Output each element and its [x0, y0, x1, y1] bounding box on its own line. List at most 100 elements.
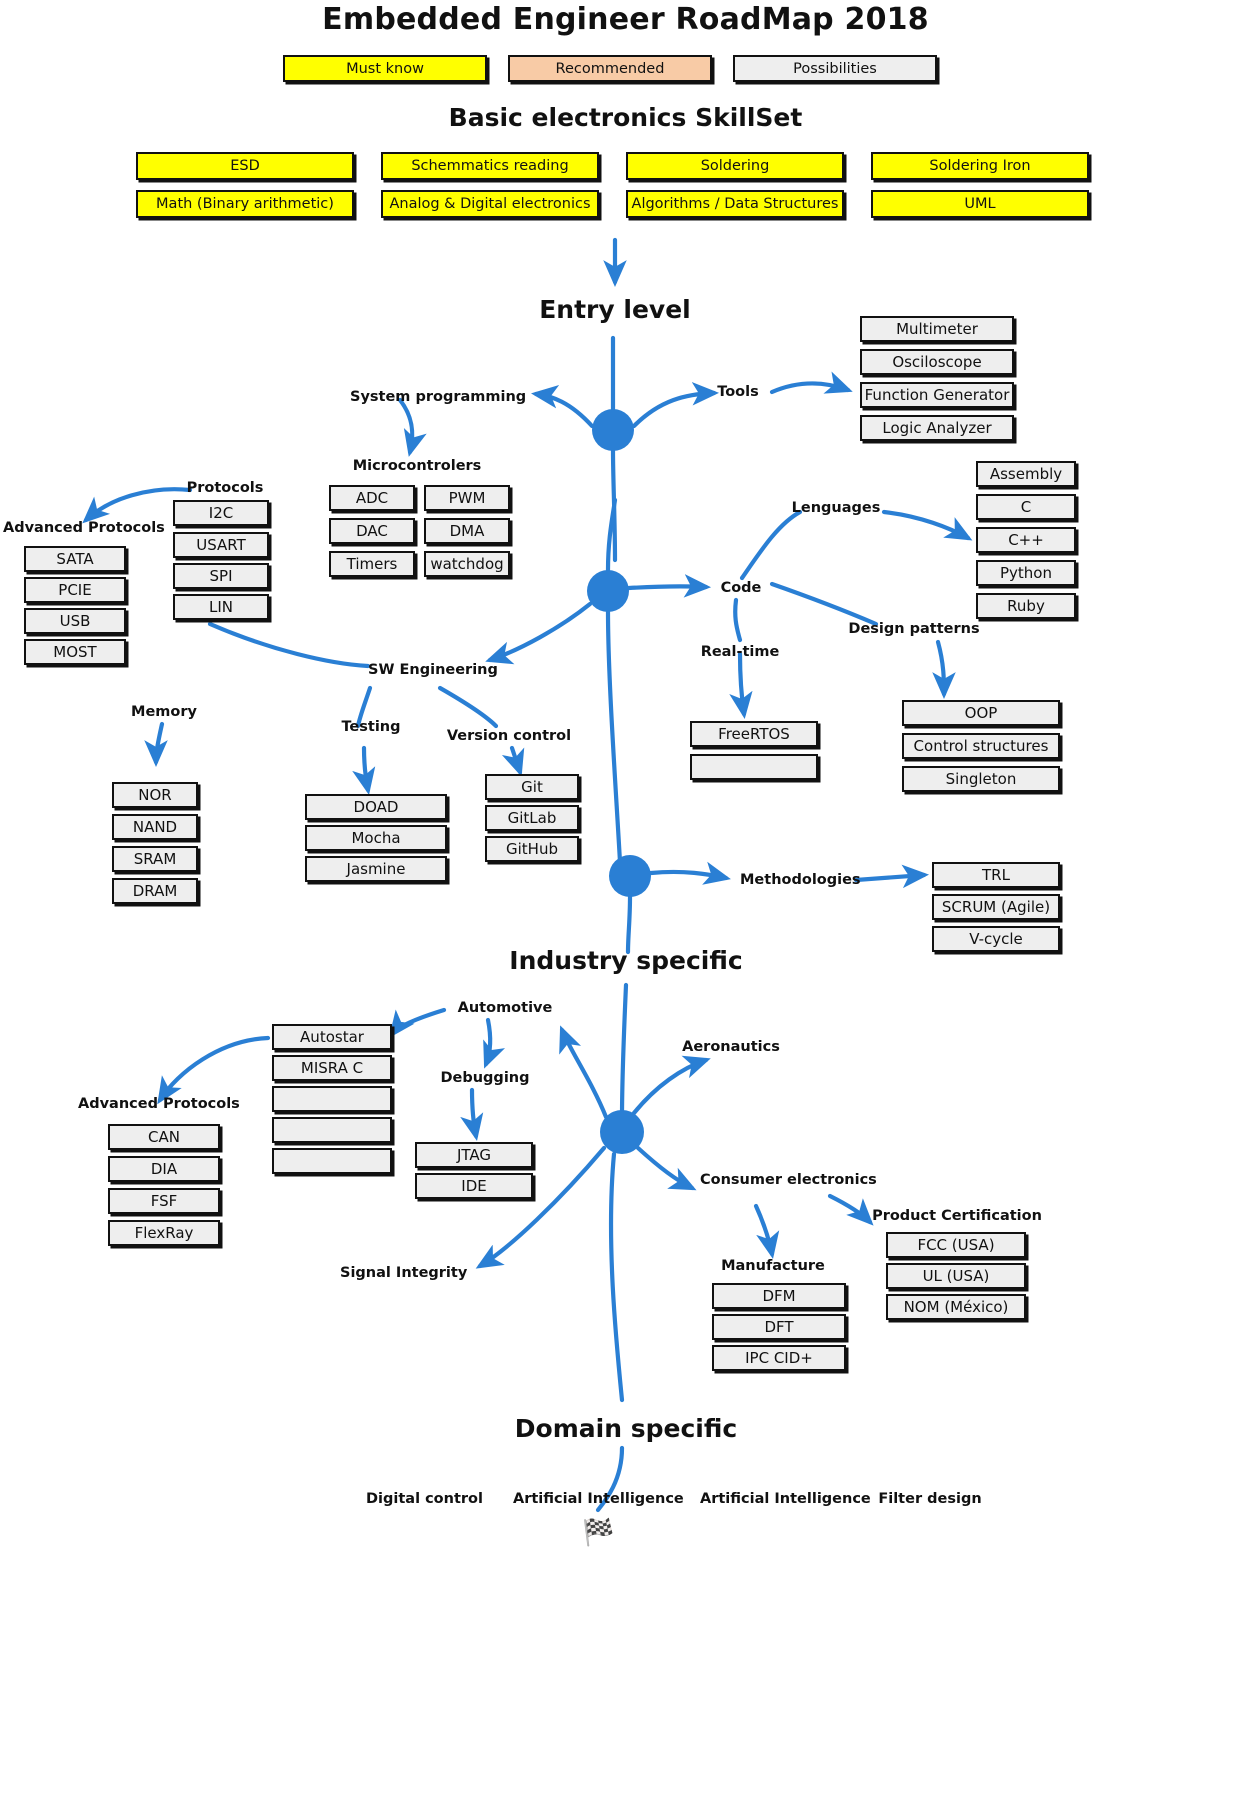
- memory-nor: NOR: [112, 782, 198, 808]
- node-manufacture: Manufacture: [721, 1258, 825, 1274]
- realtime-freertos: FreeRTOS: [690, 721, 818, 747]
- methodology-scrum-agile: SCRUM (Agile): [932, 894, 1060, 920]
- section-title-domain-specific: Domain specific: [514, 1414, 738, 1443]
- language-c: C: [976, 494, 1076, 520]
- manufacture-ipc-cid-plus: IPC CID+: [712, 1345, 846, 1371]
- node-advanced-protocols-automotive: Advanced Protocols: [78, 1096, 240, 1112]
- node-testing: Testing: [341, 719, 401, 735]
- automotive-empty-3: [272, 1148, 392, 1174]
- node-microcontrolers: Microcontrolers: [352, 458, 482, 474]
- legend-must-know: Must know: [283, 55, 487, 82]
- domain-topic-digital-control: Digital control: [366, 1491, 483, 1507]
- testing-jasmine: Jasmine: [305, 856, 447, 882]
- language-assembly: Assembly: [976, 461, 1076, 487]
- adv-protocol-sata: SATA: [24, 546, 126, 572]
- section-title-industry-specific: Industry specific: [509, 946, 743, 975]
- methodology-v-cycle: V-cycle: [932, 926, 1060, 952]
- testing-doad: DOAD: [305, 794, 447, 820]
- auto-protocol-can: CAN: [108, 1124, 220, 1150]
- mcu-pwm: PWM: [424, 485, 510, 511]
- skill-algorithms-data-structures: Algorithms / Data Structures: [626, 190, 844, 218]
- adv-protocol-most: MOST: [24, 639, 126, 665]
- auto-protocol-dia: DIA: [108, 1156, 220, 1182]
- node-consumer-electronics: Consumer electronics: [700, 1172, 877, 1188]
- skill-math-binary-arithmetic: Math (Binary arithmetic): [136, 190, 354, 218]
- realtime-empty: [690, 754, 818, 780]
- flag-icon: 🏁: [582, 1518, 615, 1548]
- memory-sram: SRAM: [112, 846, 198, 872]
- node-protocols: Protocols: [186, 480, 264, 496]
- adv-protocol-usb: USB: [24, 608, 126, 634]
- automotive-empty-1: [272, 1086, 392, 1112]
- node-code: Code: [720, 580, 762, 596]
- node-lenguages: Lenguages: [791, 500, 881, 516]
- protocol-i2c: I2C: [173, 500, 269, 526]
- legend-possibilities: Possibilities: [733, 55, 937, 82]
- vcs-github: GitHub: [485, 836, 579, 862]
- language-cpp: C++: [976, 527, 1076, 553]
- node-advanced-protocols-entry: Advanced Protocols: [3, 520, 165, 536]
- debugging-ide: IDE: [415, 1173, 533, 1199]
- node-design-patterns: Design patterns: [848, 621, 980, 637]
- debugging-jtag: JTAG: [415, 1142, 533, 1168]
- tool-osciloscope: Osciloscope: [860, 349, 1014, 375]
- protocol-spi: SPI: [173, 563, 269, 589]
- memory-dram: DRAM: [112, 878, 198, 904]
- tool-multimeter: Multimeter: [860, 316, 1014, 342]
- cert-ul-usa: UL (USA): [886, 1263, 1026, 1289]
- skill-soldering: Soldering: [626, 152, 844, 180]
- cert-nom-mexico: NOM (México): [886, 1294, 1026, 1320]
- node-signal-integrity: Signal Integrity: [340, 1265, 468, 1281]
- node-memory: Memory: [131, 704, 197, 720]
- testing-mocha: Mocha: [305, 825, 447, 851]
- mcu-timers: Timers: [329, 551, 415, 577]
- pattern-control-structures: Control structures: [902, 733, 1060, 759]
- protocol-usart: USART: [173, 532, 269, 558]
- auto-protocol-fsf: FSF: [108, 1188, 220, 1214]
- memory-nand: NAND: [112, 814, 198, 840]
- domain-topic-artificial-intelligence-1: Artificial Intelligence: [513, 1491, 684, 1507]
- vcs-gitlab: GitLab: [485, 805, 579, 831]
- automotive-misra-c: MISRA C: [272, 1055, 392, 1081]
- methodology-trl: TRL: [932, 862, 1060, 888]
- pattern-singleton: Singleton: [902, 766, 1060, 792]
- skill-schematics-reading: Schemmatics reading: [381, 152, 599, 180]
- skill-esd: ESD: [136, 152, 354, 180]
- skill-uml: UML: [871, 190, 1089, 218]
- mcu-watchdog: watchdog: [424, 551, 510, 577]
- legend-recommended: Recommended: [508, 55, 712, 82]
- node-system-programming: System programming: [350, 389, 527, 405]
- roadmap-canvas: Embedded Engineer RoadMap 2018 Must know…: [0, 0, 1251, 1798]
- cert-fcc-usa: FCC (USA): [886, 1232, 1026, 1258]
- mcu-dac: DAC: [329, 518, 415, 544]
- domain-topic-artificial-intelligence-2: Artificial Intelligence: [700, 1491, 871, 1507]
- adv-protocol-pcie: PCIE: [24, 577, 126, 603]
- node-version-control: Version control: [446, 728, 572, 744]
- protocol-lin: LIN: [173, 594, 269, 620]
- tool-function-generator: Function Generator: [860, 382, 1014, 408]
- vcs-git: Git: [485, 774, 579, 800]
- node-methodologies: Methodologies: [740, 872, 861, 888]
- node-aeronautics: Aeronautics: [682, 1039, 780, 1055]
- node-tools: Tools: [717, 384, 759, 400]
- automotive-empty-2: [272, 1117, 392, 1143]
- domain-topic-filter-design: Filter design: [878, 1491, 982, 1507]
- pattern-oop: OOP: [902, 700, 1060, 726]
- manufacture-dft: DFT: [712, 1314, 846, 1340]
- skill-analog-digital-electronics: Analog & Digital electronics: [381, 190, 599, 218]
- skill-soldering-iron: Soldering Iron: [871, 152, 1089, 180]
- node-sw-engineering: SW Engineering: [368, 662, 498, 678]
- mcu-adc: ADC: [329, 485, 415, 511]
- node-automotive: Automotive: [457, 1000, 553, 1016]
- page-title: Embedded Engineer RoadMap 2018: [322, 2, 929, 37]
- mcu-dma: DMA: [424, 518, 510, 544]
- manufacture-dfm: DFM: [712, 1283, 846, 1309]
- automotive-autostar: Autostar: [272, 1024, 392, 1050]
- node-product-certification: Product Certification: [872, 1208, 1042, 1224]
- section-title-basic: Basic electronics SkillSet: [448, 103, 803, 132]
- node-debugging: Debugging: [440, 1070, 530, 1086]
- tool-logic-analyzer: Logic Analyzer: [860, 415, 1014, 441]
- auto-protocol-flexray: FlexRay: [108, 1220, 220, 1246]
- node-real-time: Real-time: [700, 644, 780, 660]
- language-ruby: Ruby: [976, 593, 1076, 619]
